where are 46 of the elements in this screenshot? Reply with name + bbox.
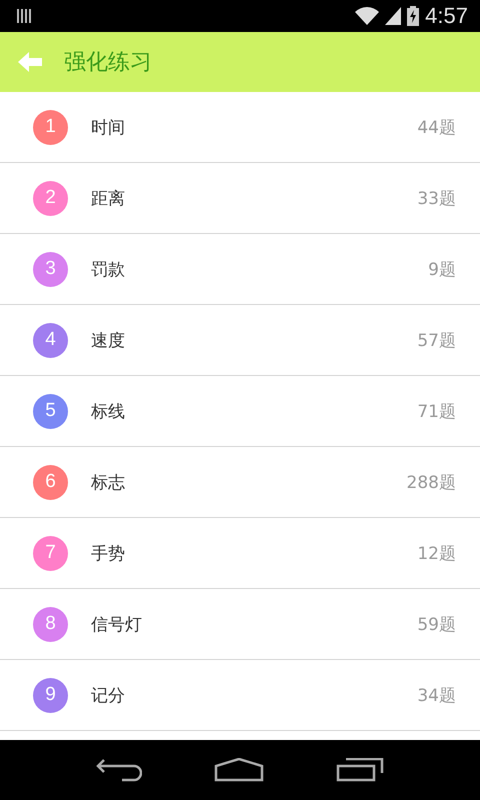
question-count: 34题 [417,684,456,706]
question-count: 57题 [417,330,456,352]
notification-icon [16,8,32,24]
home-nav-button[interactable] [214,758,264,782]
list-item[interactable]: 1 时间 44题 [0,92,480,163]
number-badge: 8 [33,606,68,642]
recents-nav-button[interactable] [336,758,384,782]
number-badge: 2 [33,180,68,216]
header-title: 强化练习 [64,49,152,77]
list-item[interactable]: 9 记分 34题 [0,660,480,731]
number-badge: 6 [33,464,68,500]
list-item[interactable]: 5 标线 71题 [0,376,480,447]
question-count: 71题 [417,400,456,422]
signal-icon [385,7,402,25]
number-badge: 3 [33,252,68,286]
number-badge: 4 [33,322,68,358]
question-count: 12题 [417,542,456,564]
number-badge: 1 [33,110,68,144]
item-name: 距离 [91,188,126,210]
question-count: 288题 [406,472,456,494]
question-count: 44题 [417,116,456,138]
item-name: 标线 [91,400,126,422]
number-badge: 9 [33,678,68,712]
question-count: 33题 [417,188,456,210]
item-name: 标志 [91,472,126,494]
battery-charging-icon [407,6,420,26]
list-item[interactable]: 2 距离 33题 [0,163,480,234]
number-badge: 7 [33,536,68,570]
item-name: 罚款 [91,258,126,280]
list-item[interactable]: 3 罚款 9题 [0,234,480,305]
list-item[interactable]: 7 手势 12题 [0,518,480,589]
item-name: 信号灯 [91,614,143,636]
item-name: 记分 [91,684,126,706]
item-name: 手势 [91,542,126,564]
back-arrow-icon [18,52,42,72]
status-time: 4:57 [425,3,468,29]
question-count: 59题 [417,614,456,636]
list-item[interactable]: 8 信号灯 59题 [0,589,480,660]
item-name: 时间 [91,116,126,138]
back-nav-button[interactable] [96,758,142,782]
item-name: 速度 [91,330,126,352]
list-item[interactable]: 6 标志 288题 [0,447,480,518]
list-item[interactable]: 4 速度 57题 [0,305,480,376]
question-count: 9题 [428,258,456,280]
number-badge: 5 [33,394,68,428]
wifi-icon [355,7,380,25]
